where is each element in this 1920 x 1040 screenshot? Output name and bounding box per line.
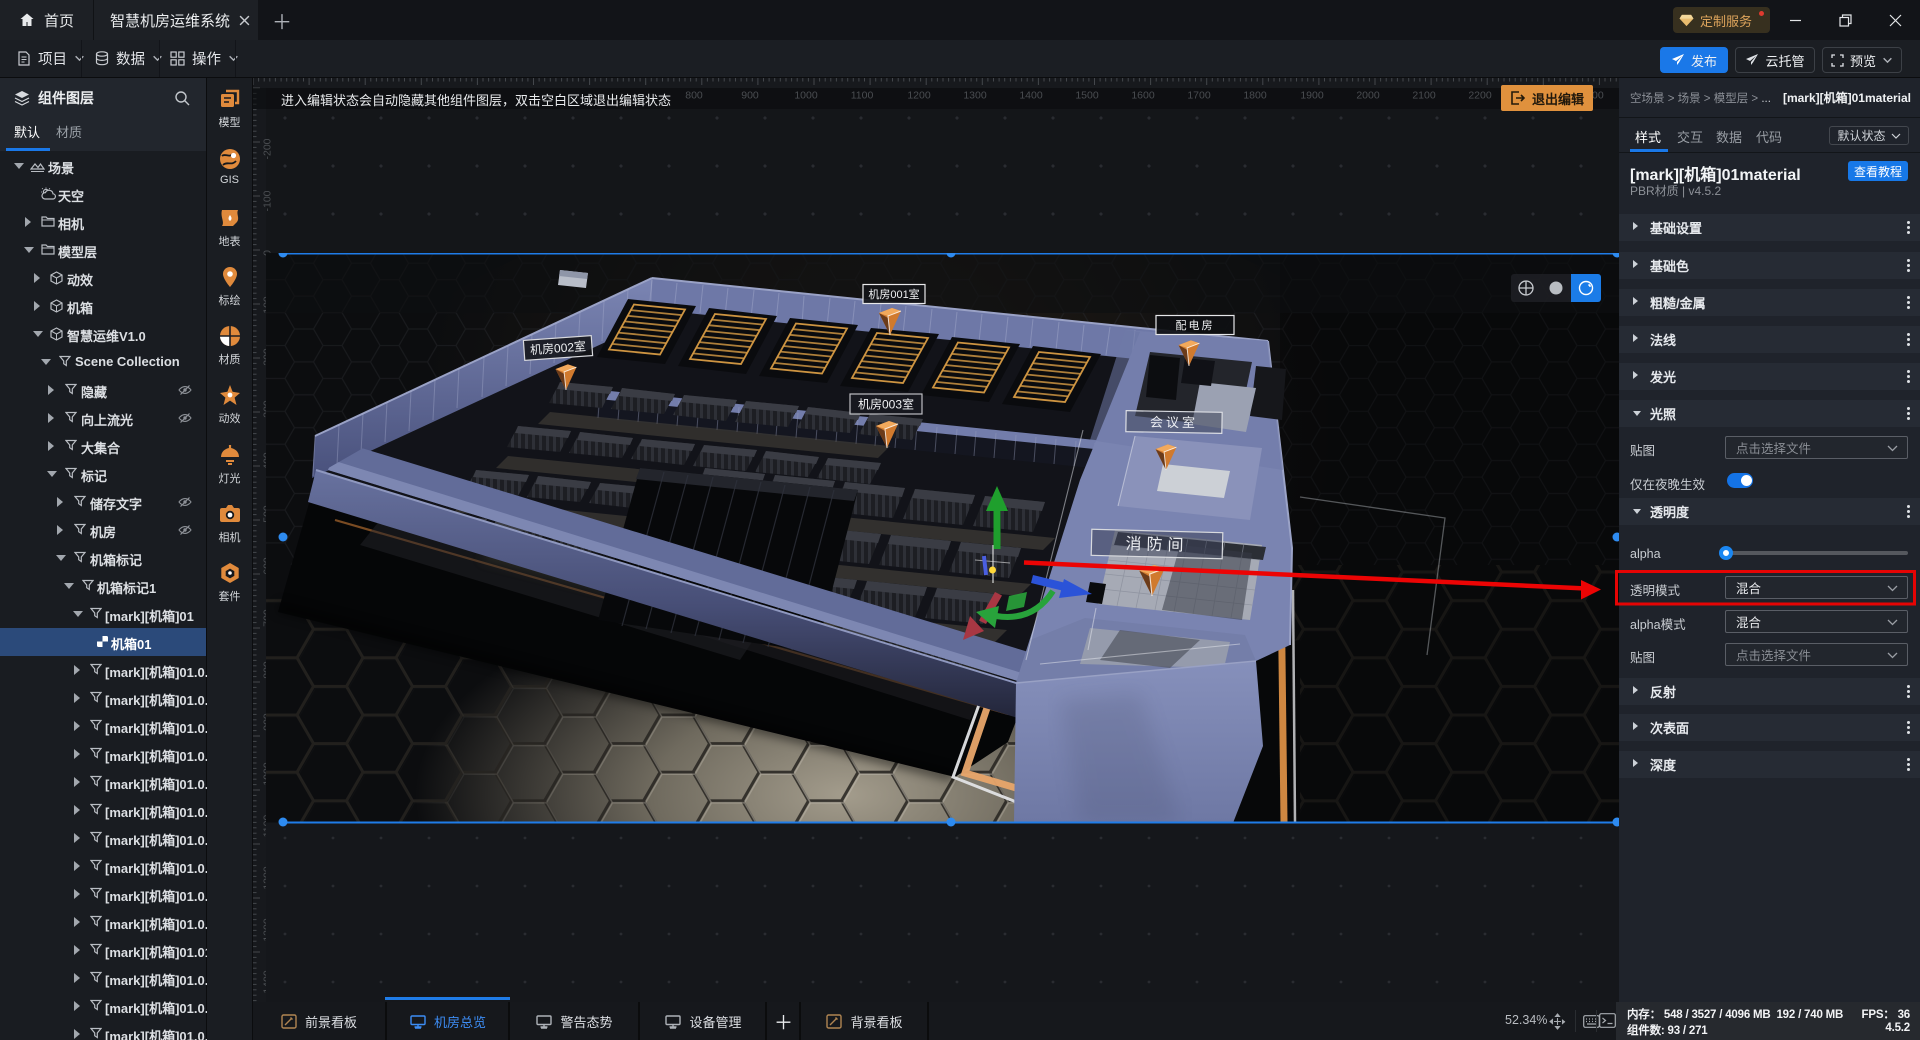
svg-text:1100: 1100 [851,90,874,102]
svg-text:1700: 1700 [1187,90,1211,102]
svg-text:机房003室: 机房003室 [858,397,914,412]
svg-text:1000: 1000 [794,90,818,102]
svg-text:2100: 2100 [1412,90,1436,102]
svg-text:机房001室: 机房001室 [868,287,919,301]
svg-text:900: 900 [741,90,759,102]
svg-text:1400: 1400 [1019,90,1043,102]
svg-text:2000: 2000 [1356,90,1380,102]
svg-text:1800: 1800 [1243,90,1267,102]
svg-text:配电房: 配电房 [1176,319,1215,332]
svg-text:消防间: 消防间 [1125,535,1188,555]
svg-text:1500: 1500 [1075,90,1099,102]
svg-text:1300: 1300 [963,90,987,102]
svg-text:1200: 1200 [907,90,931,102]
svg-text:会议室: 会议室 [1150,414,1198,430]
svg-text:800: 800 [685,90,703,102]
svg-text:2200: 2200 [1468,90,1492,102]
svg-text:1900: 1900 [1300,90,1324,102]
svg-text:1600: 1600 [1131,90,1155,102]
